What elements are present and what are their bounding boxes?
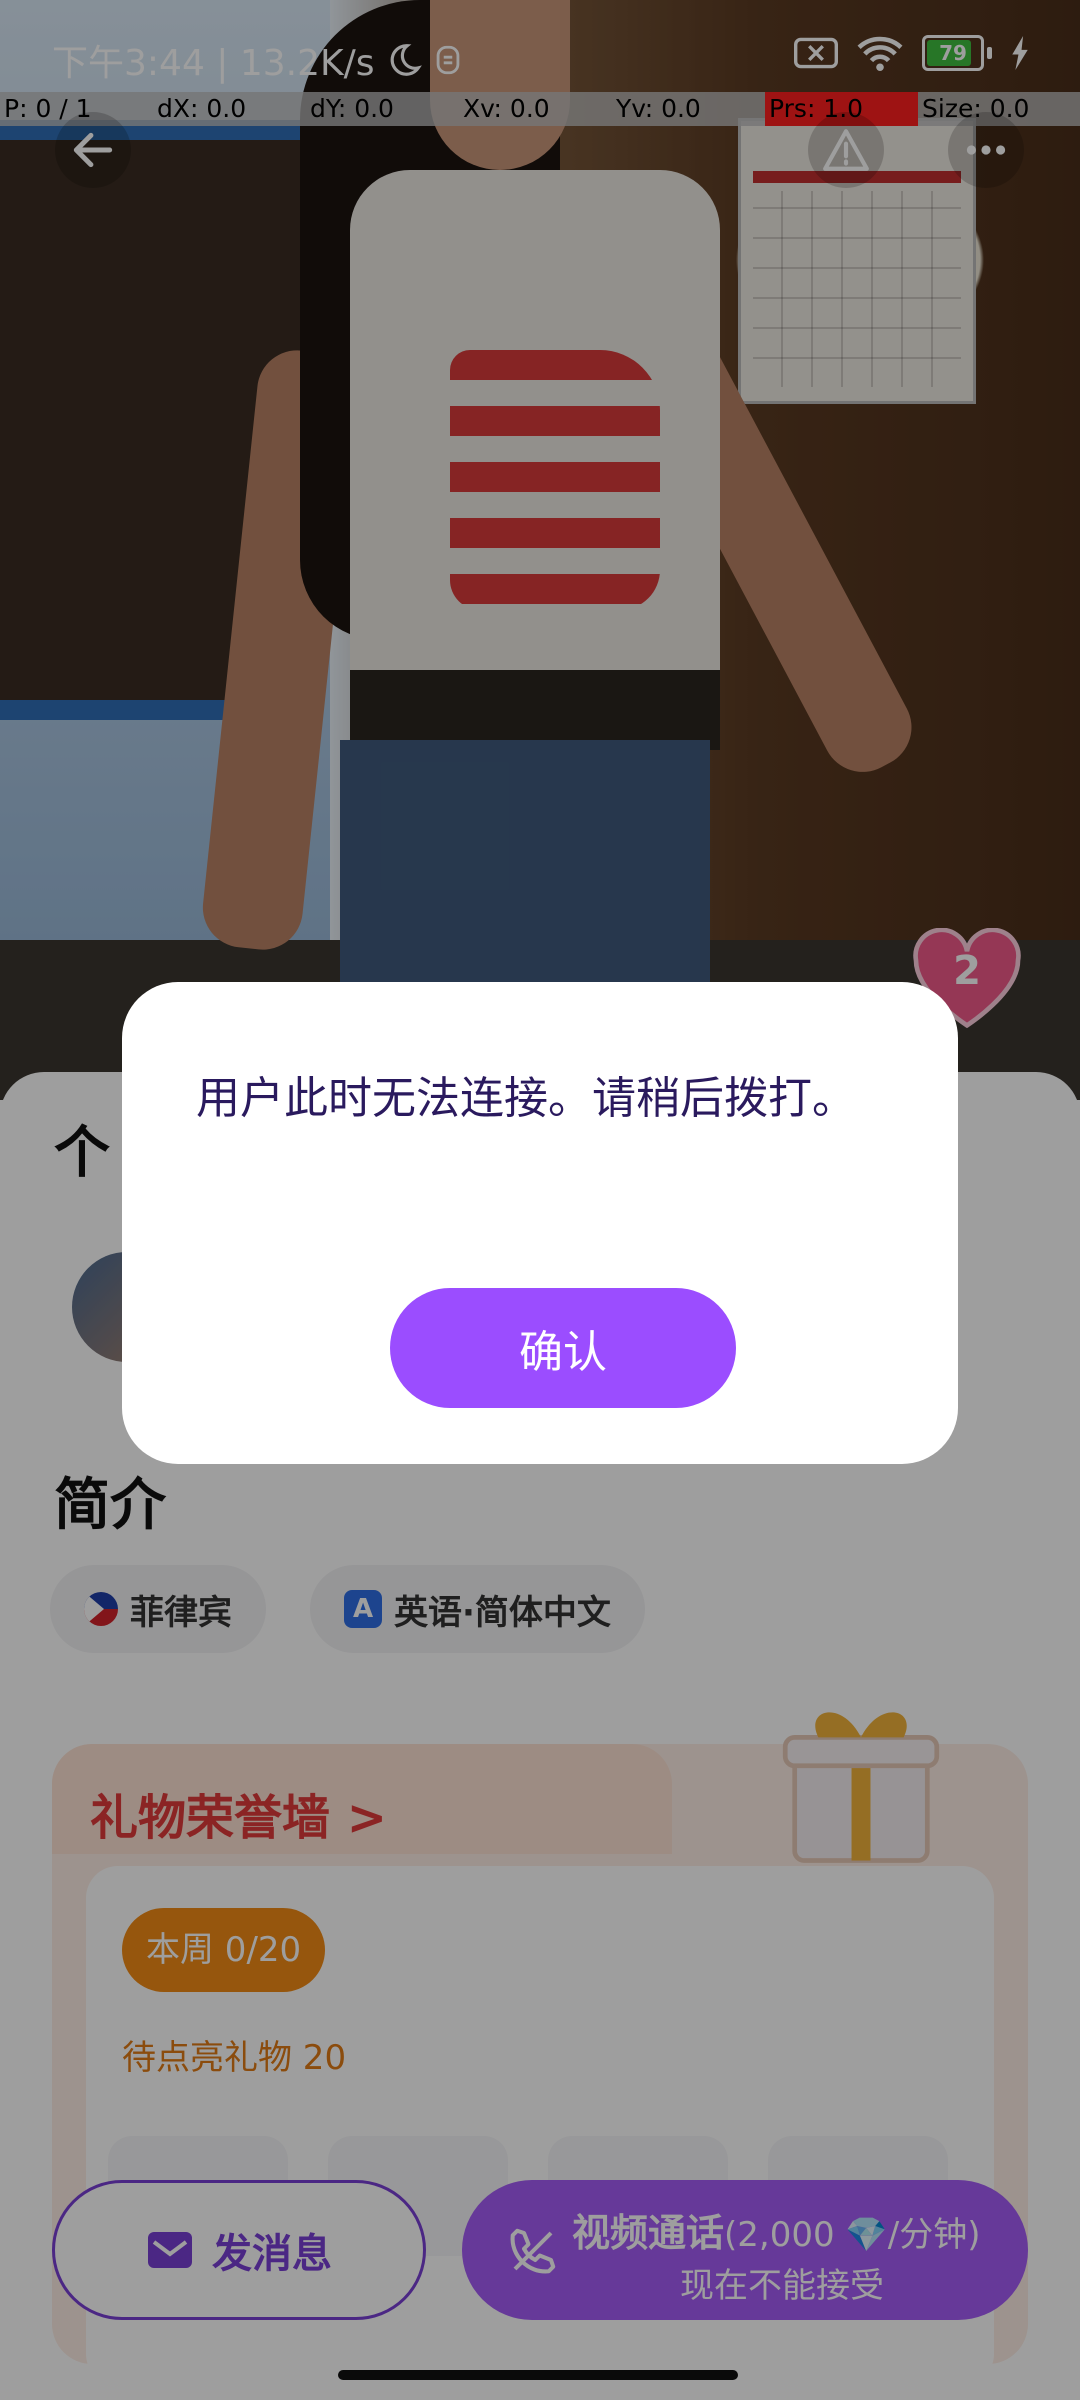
confirm-button[interactable]: 确认 [390, 1288, 736, 1408]
dialog-message: 用户此时无法连接。请稍后拨打。 [196, 1073, 856, 1124]
unavailable-dialog: 用户此时无法连接。请稍后拨打。 确认 [122, 982, 958, 1464]
